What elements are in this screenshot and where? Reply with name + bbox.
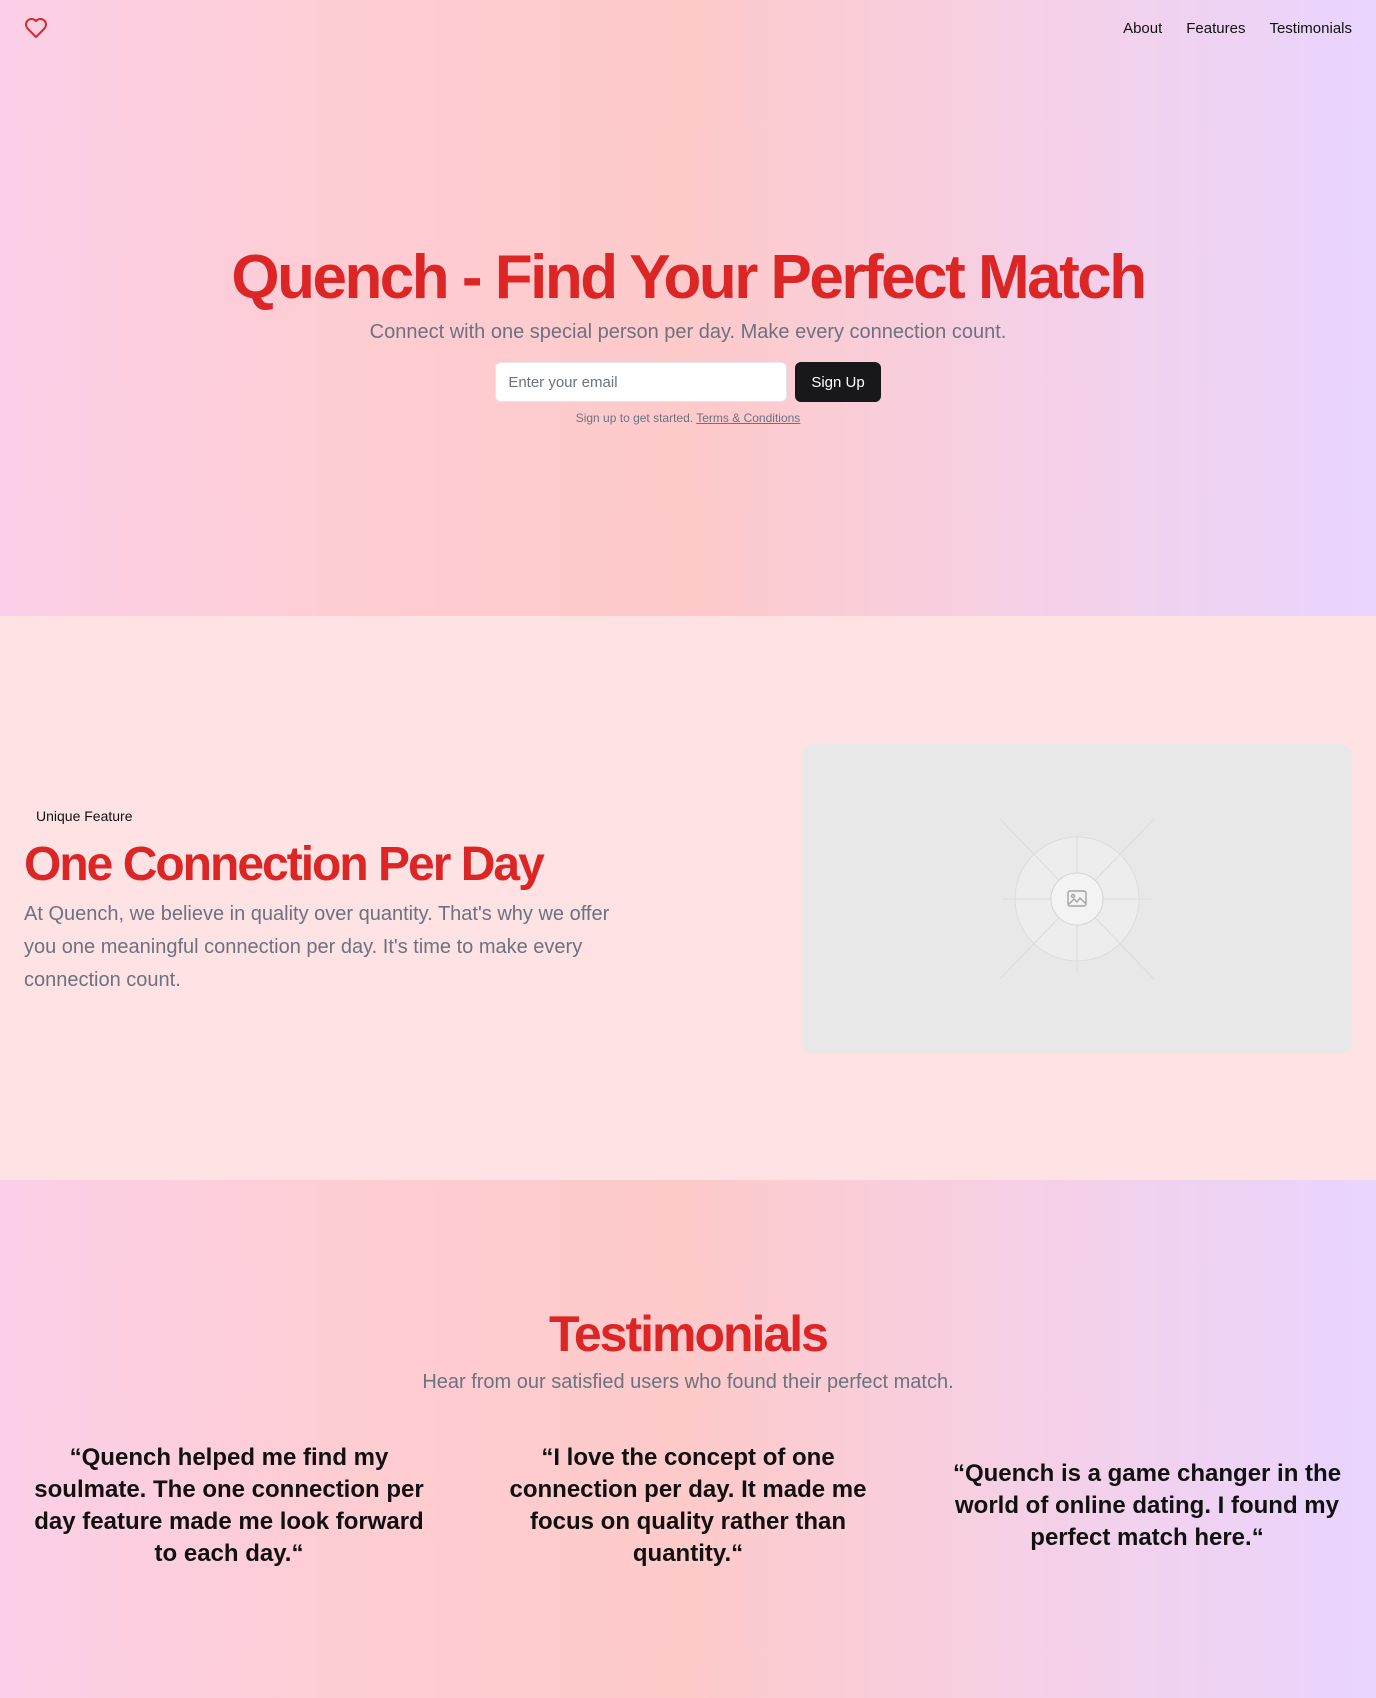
- testimonial-quote: “Quench helped me find my soulmate. The …: [34, 1444, 424, 1567]
- nav-link-about[interactable]: About: [1123, 20, 1162, 37]
- hero-section: Quench - Find Your Perfect Match Connect…: [0, 0, 1376, 616]
- testimonial-quote: “I love the concept of one connection pe…: [509, 1444, 867, 1567]
- hero-subtitle: Connect with one special person per day.…: [369, 321, 1007, 343]
- logo-link[interactable]: [24, 16, 48, 40]
- email-input[interactable]: [495, 362, 788, 402]
- nav-link-testimonials[interactable]: Testimonials: [1269, 20, 1352, 37]
- hero-content: Quench - Find Your Perfect Match Connect…: [0, 240, 1376, 425]
- signup-fine-print: Sign up to get started. Terms & Conditio…: [0, 411, 1376, 425]
- feature-content: Unique Feature One Connection Per Day At…: [24, 806, 644, 997]
- testimonial-list: “Quench helped me find my soulmate. The …: [24, 1440, 1352, 1572]
- feature-section: Unique Feature One Connection Per Day At…: [0, 616, 1376, 1180]
- feature-title: One Connection Per Day: [24, 838, 545, 891]
- terms-link[interactable]: Terms & Conditions: [696, 411, 800, 425]
- testimonial-quote: “Quench is a game changer in the world o…: [952, 1460, 1342, 1551]
- hero-title: Quench - Find Your Perfect Match: [231, 243, 1147, 312]
- feature-image-placeholder: [802, 744, 1352, 1054]
- nav-link-features[interactable]: Features: [1186, 20, 1245, 37]
- sign-up-button[interactable]: Sign Up: [795, 362, 881, 402]
- testimonials-section: Testimonials Hear from our satisfied use…: [0, 1180, 1376, 1698]
- main-nav: About Features Testimonials: [1123, 20, 1352, 37]
- feature-text: At Quench, we believe in quality over qu…: [24, 903, 610, 991]
- image-placeholder-icon: [802, 744, 1352, 1054]
- fine-print-text: Sign up to get started.: [575, 411, 694, 425]
- signup-form: Sign Up: [0, 362, 1376, 402]
- site-header: About Features Testimonials: [0, 0, 1376, 56]
- feature-badge: Unique Feature: [36, 808, 133, 824]
- testimonials-subtitle: Hear from our satisfied users who found …: [422, 1371, 954, 1393]
- heart-icon: [25, 18, 47, 38]
- testimonials-title: Testimonials: [549, 1306, 829, 1362]
